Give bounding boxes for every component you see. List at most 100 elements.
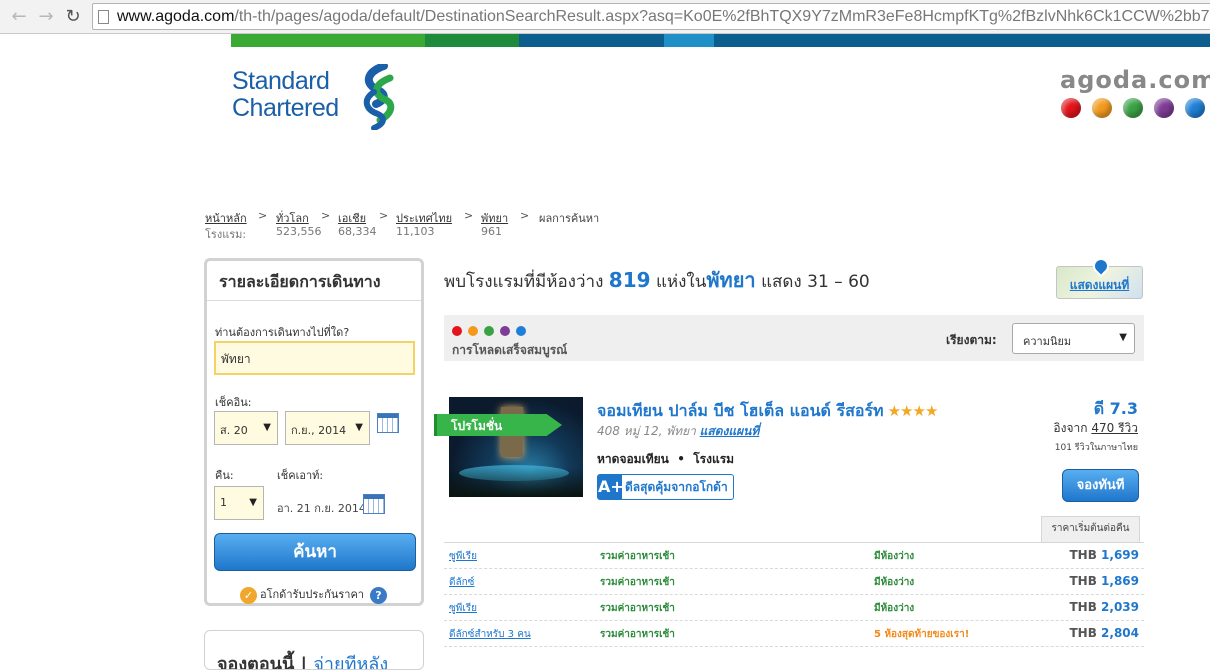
- breadcrumb-asia[interactable]: เอเชีย 68,334: [338, 209, 377, 238]
- checkout-date: อา. 21 ก.ย. 2014: [277, 502, 366, 515]
- sort-value: ความนิยม: [1023, 335, 1072, 348]
- breadcrumb-pattaya[interactable]: พัทยา 961: [481, 209, 508, 238]
- agoda-dot: [1123, 98, 1143, 118]
- hotel-address: 408 หมู่ 12, พัทยา แสดงแผนที่: [597, 422, 759, 441]
- hotel-photo[interactable]: [449, 397, 583, 497]
- hotel-address-text: 408 หมู่ 12, พัทยา: [597, 424, 696, 438]
- calendar-icon[interactable]: [377, 413, 399, 433]
- room-name-link[interactable]: ดีลักซ์: [449, 575, 474, 590]
- book-now-button[interactable]: จองทันที: [1062, 469, 1139, 502]
- destination-input[interactable]: พัทยา: [214, 341, 415, 375]
- show-map-link[interactable]: แสดงแผนที่: [700, 424, 760, 438]
- breadcrumb-count: 961: [481, 225, 502, 238]
- room-currency: THB: [1069, 548, 1097, 562]
- room-price-amount: 1,699: [1101, 548, 1139, 562]
- url-text: www.agoda.com/th-th/pages/agoda/default/…: [117, 8, 1210, 25]
- logo-line-1: Standard: [232, 67, 330, 95]
- agoda-wordmark: agoda.com: [1060, 66, 1210, 94]
- room-currency: THB: [1069, 626, 1097, 640]
- breadcrumb-separator: >: [379, 209, 389, 222]
- standard-chartered-logo[interactable]: Standard Chartered: [232, 64, 395, 130]
- breadcrumb-label: ผลการค้นหา: [539, 212, 600, 225]
- breadcrumb-separator: >: [520, 209, 530, 222]
- breadcrumb-label[interactable]: เอเชีย: [338, 209, 377, 225]
- guarantee-text: อโกด้ารับประกันราคา: [260, 588, 364, 601]
- checkin-day-select[interactable]: ส. 20 ▼: [214, 411, 278, 445]
- breadcrumb-separator: >: [321, 209, 331, 222]
- loading-status: การโหลดเสร็จสมบูรณ์: [452, 343, 568, 357]
- address-bar[interactable]: www.agoda.com/th-th/pages/agoda/default/…: [92, 3, 1210, 30]
- breadcrumb-label[interactable]: พัทยา: [481, 209, 508, 225]
- breadcrumb-label[interactable]: หน้าหลัก: [205, 209, 247, 225]
- room-name-link[interactable]: ซูพีเรีย: [449, 601, 477, 616]
- forward-arrow-icon[interactable]: →: [35, 6, 57, 28]
- search-button[interactable]: ค้นหา: [214, 533, 416, 571]
- nights-select[interactable]: 1 ▼: [214, 486, 264, 520]
- agoda-deal-badge[interactable]: A+ดีลสุดคุ้มจากอโกด้า: [597, 474, 734, 500]
- chevron-down-icon: ▼: [263, 422, 271, 433]
- room-price-amount: 2,804: [1101, 626, 1139, 640]
- room-list: ซูพีเรีย รวมค่าอาหารเช้า มีห้องว่าง THB …: [444, 542, 1144, 647]
- show-map-button[interactable]: แสดงแผนที่: [1056, 254, 1143, 299]
- agoda-dot: [1092, 98, 1112, 118]
- reload-icon[interactable]: ↻: [62, 6, 84, 28]
- agoda-dot: [1185, 98, 1205, 118]
- room-row: ดีลักซ์สำหรับ 3 คน รวมค่าอาหารเช้า 5 ห้อ…: [444, 621, 1144, 647]
- show-map-label: แสดงแผนที่: [1069, 278, 1130, 292]
- panel-title: รายละเอียดการเดินทาง: [207, 261, 421, 301]
- agoda-dot: [1061, 98, 1081, 118]
- hotel-area-type: หาดจอมเทียน • โรงแรม: [597, 452, 735, 466]
- a-plus-icon: A+: [598, 475, 624, 499]
- hotel-name-text[interactable]: จอมเทียน ปาล์ม บีช โฮเต็ล แอนด์ รีสอร์ท: [597, 401, 884, 420]
- breadcrumb-label[interactable]: ทั่วโลก: [276, 209, 322, 225]
- calendar-icon[interactable]: [363, 494, 385, 514]
- logo-line-2: Chartered: [232, 94, 339, 122]
- nights-value: 1: [220, 496, 227, 509]
- review-count-link[interactable]: 470 รีวิว: [1091, 421, 1138, 435]
- results-summary: พบโรงแรมที่มีห้องว่าง 819 แห่งในพัทยา แส…: [444, 264, 870, 296]
- room-meal: รวมค่าอาหารเช้า: [600, 603, 675, 614]
- results-mid: แห่งใน: [655, 272, 707, 292]
- price-guarantee[interactable]: ✓ อโกด้ารับประกันราคา?: [240, 585, 387, 604]
- hotel-name[interactable]: จอมเทียน ปาล์ม บีช โฮเต็ล แอนด์ รีสอร์ท ★…: [597, 399, 938, 424]
- agoda-logo[interactable]: agoda.com: [1060, 66, 1210, 118]
- book-now-pay-later-panel: จองตอนนี้ | จ่ายทีหลัง: [204, 630, 424, 670]
- question-icon[interactable]: ?: [369, 586, 387, 604]
- pay-later-text: จ่ายทีหลัง: [313, 654, 389, 670]
- room-row: ซูพีเรีย รวมค่าอาหารเช้า มีห้องว่าง THB …: [444, 543, 1144, 569]
- breadcrumb-home[interactable]: หน้าหลัก โรงแรม:: [205, 209, 247, 243]
- room-name-link[interactable]: ดีลักซ์สำหรับ 3 คน: [449, 627, 531, 642]
- page-icon: [98, 10, 109, 24]
- breadcrumb-label[interactable]: ประเทศไทย: [396, 209, 452, 225]
- breadcrumb-count: 523,556: [276, 225, 322, 238]
- sort-label: เรียงตาม:: [946, 333, 997, 347]
- loading-dot: [500, 326, 510, 336]
- room-availability: มีห้องว่าง: [874, 551, 915, 562]
- loading-dot: [468, 326, 478, 336]
- room-meal: รวมค่าอาหารเช้า: [600, 577, 675, 588]
- breadcrumb-current: ผลการค้นหา: [539, 209, 599, 225]
- hotel-foreground: [449, 467, 583, 497]
- agoda-dots: [1060, 98, 1210, 118]
- standard-chartered-mark-icon: [363, 64, 395, 130]
- review-language-count: 101 รีวิวในภาษาไทย: [1054, 443, 1138, 453]
- room-price-amount: 2,039: [1101, 600, 1139, 614]
- back-arrow-icon[interactable]: ←: [8, 6, 30, 28]
- breadcrumb-count: 11,103: [396, 225, 435, 238]
- review-count[interactable]: อิงจาก 470 รีวิว: [1053, 419, 1138, 438]
- review-prefix: อิงจาก: [1053, 421, 1088, 435]
- room-price: THB 2,039: [1069, 600, 1139, 614]
- stripe-segment: [664, 34, 714, 47]
- results-count: 819: [608, 268, 651, 292]
- breadcrumb-world[interactable]: ทั่วโลก 523,556: [276, 209, 322, 238]
- room-currency: THB: [1069, 600, 1097, 614]
- check-icon: ✓: [240, 586, 257, 604]
- checkout-label: เช็คเอาท์:: [277, 469, 324, 482]
- results-city: พัทยา: [706, 268, 756, 292]
- breadcrumb-thailand[interactable]: ประเทศไทย 11,103: [396, 209, 452, 238]
- checkin-month-select[interactable]: ก.ย., 2014 ▼: [285, 411, 370, 445]
- room-name-link[interactable]: ซูพีเรีย: [449, 549, 477, 564]
- sort-select[interactable]: ความนิยม ▼: [1012, 323, 1135, 354]
- room-availability: มีห้องว่าง: [874, 603, 915, 614]
- checkin-month-value: ก.ย., 2014: [291, 424, 347, 437]
